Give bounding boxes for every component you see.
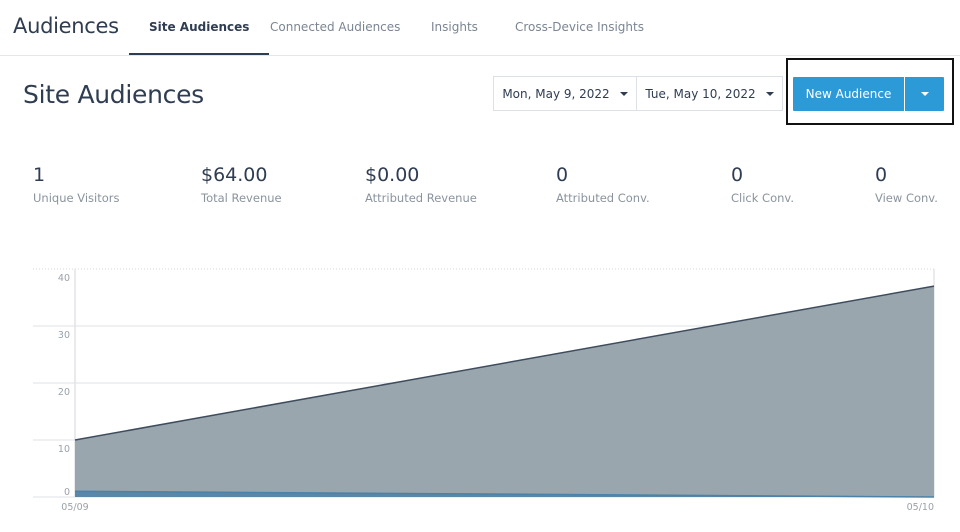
tab-cross-device-insights[interactable]: Cross-Device Insights xyxy=(515,20,644,56)
stat-label: View Conv. xyxy=(875,191,938,205)
line-lower xyxy=(74,490,935,498)
stat-unique-visitors: 1 Unique Visitors xyxy=(33,164,119,205)
chart-areas xyxy=(74,285,935,498)
caret-down-icon xyxy=(920,92,929,96)
y-tick-label: 40 xyxy=(58,273,70,284)
y-tick-label: 0 xyxy=(64,487,70,498)
stat-value: $64.00 xyxy=(201,164,268,186)
stat-total-revenue: $64.00 Total Revenue xyxy=(201,164,282,205)
stat-label: Attributed Revenue xyxy=(365,191,477,205)
new-audience-dropdown-button[interactable] xyxy=(905,77,944,111)
stat-attributed-revenue: $0.00 Attributed Revenue xyxy=(365,164,477,205)
app-title: Audiences xyxy=(13,14,119,38)
page-title: Site Audiences xyxy=(23,80,204,109)
stat-label: Unique Visitors xyxy=(33,191,120,205)
stat-label: Attributed Conv. xyxy=(556,191,650,205)
stat-label: Total Revenue xyxy=(201,191,282,205)
stat-view-conv: 0 View Conv. xyxy=(875,164,938,205)
y-tick-label: 20 xyxy=(58,387,70,398)
chart-grid xyxy=(33,268,935,498)
stat-label: Click Conv. xyxy=(731,191,794,205)
stat-value: 0 xyxy=(731,164,744,186)
start-date-picker[interactable]: Mon, May 9, 2022 xyxy=(493,76,637,111)
x-tick-label: 05/10 xyxy=(907,502,934,513)
line-upper xyxy=(74,285,935,441)
caret-down-icon xyxy=(765,91,774,96)
stat-value: 0 xyxy=(875,164,888,186)
stat-value: 1 xyxy=(33,164,46,186)
tab-connected-audiences[interactable]: Connected Audiences xyxy=(270,20,400,56)
area-upper xyxy=(75,286,934,497)
x-tick-label: 05/09 xyxy=(61,502,88,513)
tab-site-audiences[interactable]: Site Audiences xyxy=(128,20,270,56)
tab-insights[interactable]: Insights xyxy=(431,20,478,56)
caret-down-icon xyxy=(619,91,628,96)
stat-click-conv: 0 Click Conv. xyxy=(731,164,794,205)
y-tick-label: 10 xyxy=(58,444,70,455)
stat-value: $0.00 xyxy=(365,164,420,186)
start-date-label: Mon, May 9, 2022 xyxy=(502,86,610,101)
area-lower xyxy=(75,491,934,497)
stat-value: 0 xyxy=(556,164,569,186)
new-audience-button[interactable]: New Audience xyxy=(793,77,904,111)
chart-labels: 0 10 20 30 40 05/09 05/10 xyxy=(58,273,934,513)
top-navigation: Audiences Site Audiences Connected Audie… xyxy=(0,0,960,56)
end-date-picker[interactable]: Tue, May 10, 2022 xyxy=(636,76,783,111)
end-date-label: Tue, May 10, 2022 xyxy=(645,86,756,101)
y-tick-label: 30 xyxy=(58,330,70,341)
stat-attributed-conv: 0 Attributed Conv. xyxy=(556,164,650,205)
